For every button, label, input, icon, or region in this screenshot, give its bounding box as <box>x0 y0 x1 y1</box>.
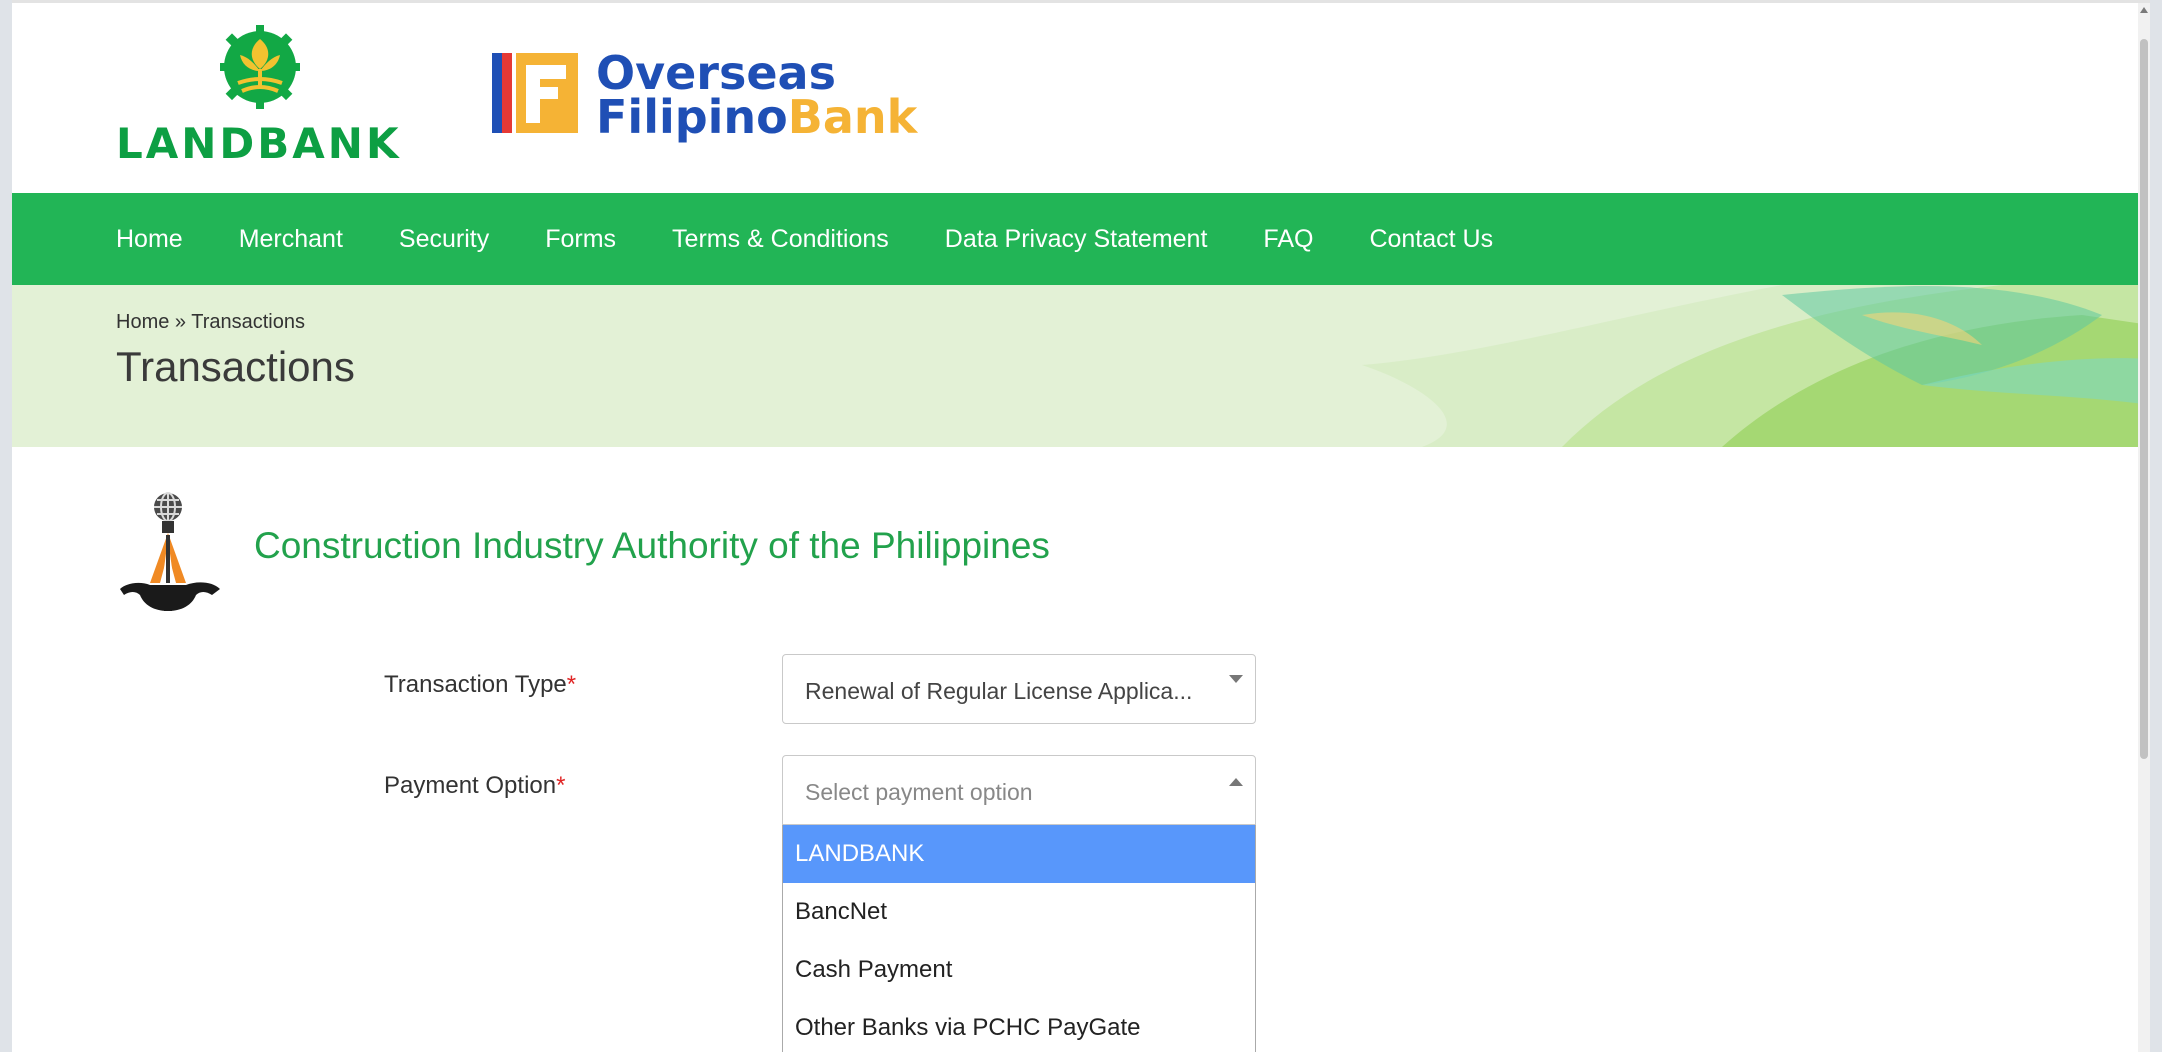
breadcrumb: Home » Transactions <box>116 311 305 334</box>
payment-option-bancnet[interactable]: BancNet <box>783 883 1255 941</box>
organization-name: Construction Industry Authority of the P… <box>254 525 1050 566</box>
nav-item-home[interactable]: Home <box>116 225 183 254</box>
caret-up-icon <box>1229 778 1243 786</box>
payment-option-select[interactable]: Select payment option <box>782 755 1256 825</box>
transaction-type-label: Transaction Type* <box>384 671 576 699</box>
transaction-type-selected-value: Renewal of Regular License Applica... <box>805 678 1193 704</box>
ofb-logo-filipino: Filipino <box>596 90 788 144</box>
overseas-filipino-bank-logo[interactable]: Overseas FilipinoBank <box>492 47 917 149</box>
landbank-logo[interactable]: LANDBANK <box>116 23 416 168</box>
page-title: Transactions <box>116 343 355 390</box>
transaction-type-label-text: Transaction Type <box>384 671 567 698</box>
main-navigation: Home Merchant Security Forms Terms & Con… <box>12 193 2150 285</box>
ofb-logo-line2: FilipinoBank <box>596 91 917 143</box>
page: LANDBANK Overseas FilipinoBank Home Merc… <box>12 0 2150 1052</box>
page-banner: Home » Transactions Transactions <box>12 285 2150 447</box>
landbank-emblem-icon <box>220 25 300 109</box>
breadcrumb-separator: » <box>169 311 192 333</box>
transaction-type-select[interactable]: Renewal of Regular License Applica... <box>782 654 1256 724</box>
required-marker: * <box>556 772 566 799</box>
nav-item-merchant[interactable]: Merchant <box>239 225 343 254</box>
payment-option-pchc-paygate[interactable]: Other Banks via PCHC PayGate <box>783 999 1255 1052</box>
payment-option-landbank[interactable]: LANDBANK <box>783 825 1255 883</box>
organization-header: Construction Industry Authority of the P… <box>116 491 1316 621</box>
nav-item-data-privacy-statement[interactable]: Data Privacy Statement <box>945 225 1208 254</box>
ciap-logo-icon <box>120 492 220 611</box>
site-header: LANDBANK Overseas FilipinoBank <box>12 3 2150 193</box>
nav-item-forms[interactable]: Forms <box>545 225 616 254</box>
nav-item-security[interactable]: Security <box>399 225 489 254</box>
payment-option-dropdown-list: LANDBANK BancNet Cash Payment Other Bank… <box>782 825 1256 1052</box>
banner-decoration <box>1362 285 2150 447</box>
scroll-up-arrow-icon[interactable] <box>2140 7 2148 13</box>
landbank-wordmark: LANDBANK <box>116 119 402 168</box>
breadcrumb-current: Transactions <box>191 311 305 333</box>
scrollbar-thumb[interactable] <box>2140 39 2148 759</box>
payment-option-cash-payment[interactable]: Cash Payment <box>783 941 1255 999</box>
caret-down-icon <box>1229 675 1243 683</box>
ofb-logo-bank: Bank <box>787 90 918 144</box>
nav-item-faq[interactable]: FAQ <box>1263 225 1313 254</box>
breadcrumb-home-link[interactable]: Home <box>116 311 169 333</box>
page-scrollbar[interactable] <box>2138 3 2150 1052</box>
ofb-logo-mark-icon <box>492 53 578 133</box>
payment-option-label: Payment Option* <box>384 772 565 800</box>
nav-item-terms-conditions[interactable]: Terms & Conditions <box>672 225 889 254</box>
required-marker: * <box>566 671 577 698</box>
nav-item-contact-us[interactable]: Contact Us <box>1369 225 1493 254</box>
payment-option-label-text: Payment Option <box>384 772 557 799</box>
payment-option-placeholder: Select payment option <box>805 779 1033 805</box>
